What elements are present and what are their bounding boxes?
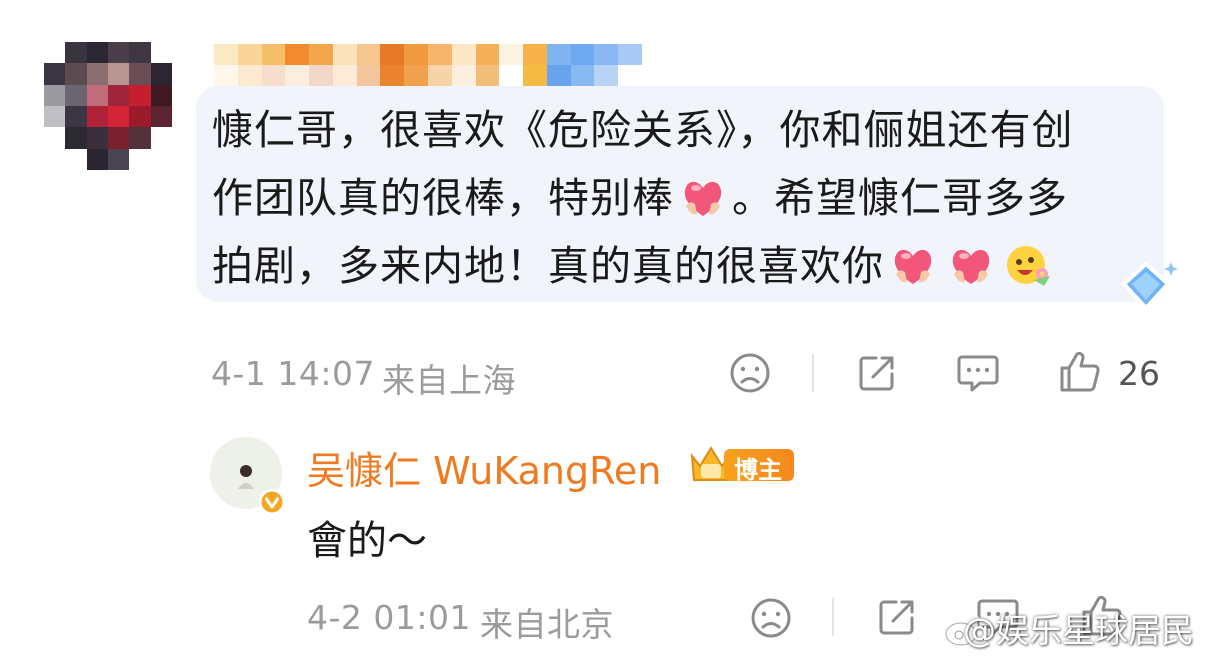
comment-line-3: 拍剧，多来内地！真的真的很喜欢你 (212, 242, 884, 290)
comment-location: 来自上海 (382, 361, 516, 400)
reply-text: 會的～ (307, 518, 427, 564)
reply-timestamp: 4-2 01:01 (307, 598, 471, 637)
diamond-fan-badge-icon (1121, 261, 1178, 311)
action-divider (832, 598, 834, 636)
comment-timestamp: 4-1 14:07 (211, 354, 375, 393)
heart-hands-emoji (894, 249, 932, 284)
heart-hands-emoji (952, 249, 990, 284)
badge-label: 博主 (734, 456, 782, 484)
action-divider (812, 354, 814, 392)
censored-username[interactable] (214, 44, 642, 86)
blogger-badge: 博主 (686, 446, 794, 484)
reply-author[interactable]: 吴慷仁 WuKangRen (307, 440, 661, 495)
share-icon[interactable] (856, 352, 898, 394)
comment-line-2a: 作团队真的很棒，特别棒 (212, 174, 674, 222)
comment-line-2b: 。希望慷仁哥多多 (732, 174, 1068, 222)
like-count: 26 (1118, 354, 1160, 393)
smiley-flower-emoji (1007, 246, 1050, 286)
heart-hands-emoji (684, 181, 722, 216)
comment-icon[interactable] (956, 352, 1000, 394)
thumbs-up-icon[interactable] (1058, 350, 1102, 394)
comment-text: 慷仁哥，很喜欢《危险关系》，你和俪姐还有创 作团队真的很棒，特别棒 。希望慷仁哥多… (212, 96, 1152, 300)
sad-face-icon[interactable] (750, 597, 792, 639)
verified-v-icon (258, 488, 286, 516)
reply-location: 来自北京 (480, 605, 614, 644)
share-icon[interactable] (876, 596, 918, 638)
watermark-text: @娱乐星球居民 (963, 611, 1194, 650)
sad-face-icon[interactable] (729, 352, 771, 394)
comment-line-1: 慷仁哥，很喜欢《危险关系》，你和俪姐还有创 (212, 106, 1074, 154)
censored-avatar[interactable] (44, 42, 172, 170)
